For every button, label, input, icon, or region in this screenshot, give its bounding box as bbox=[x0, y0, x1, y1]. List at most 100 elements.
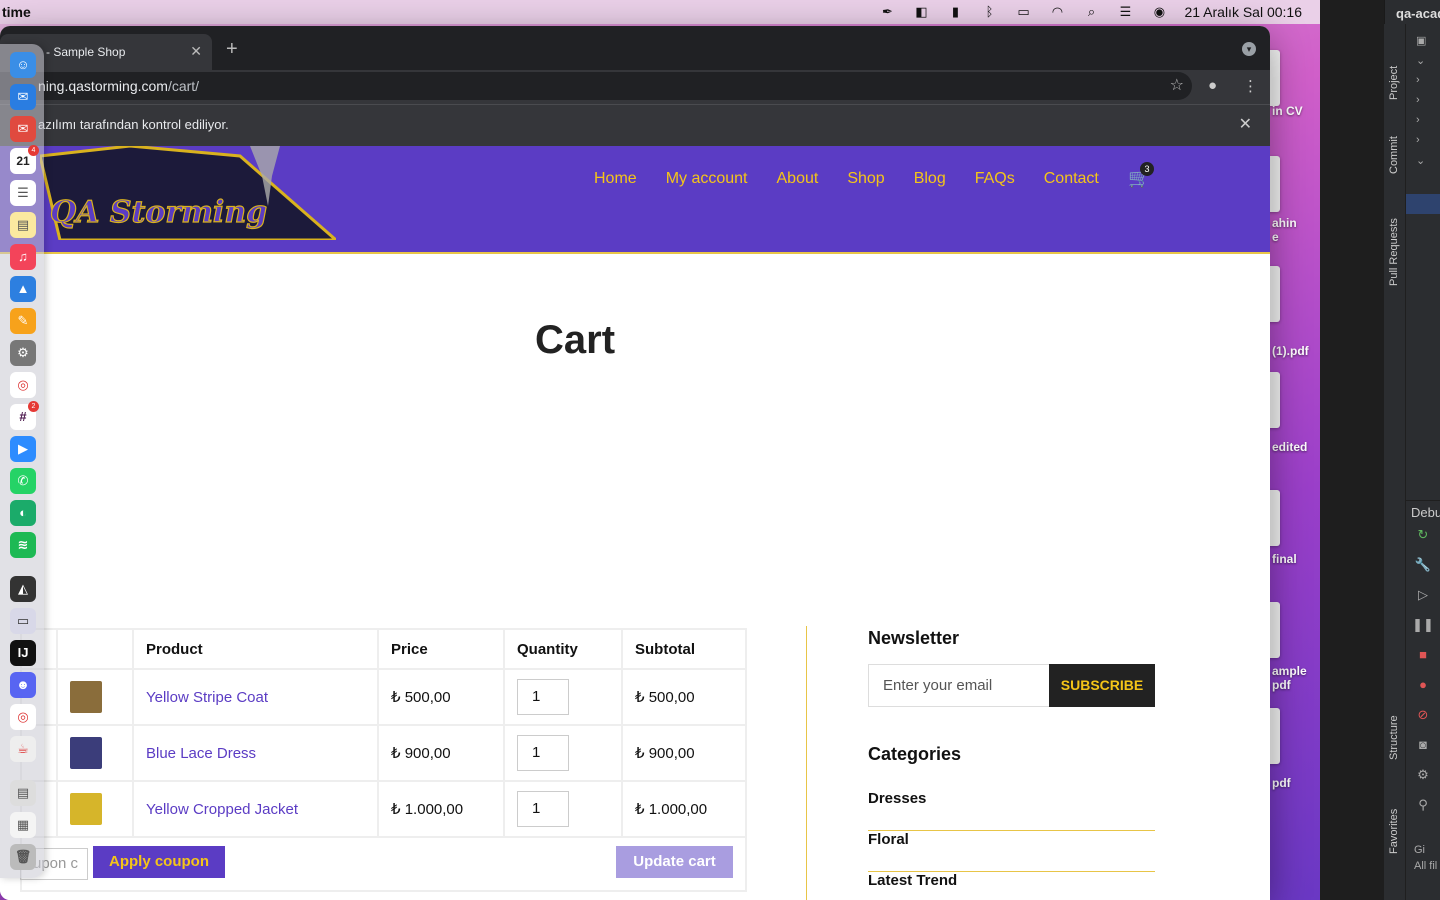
all-files-label[interactable]: All fil bbox=[1406, 856, 1440, 872]
tree-row[interactable] bbox=[1406, 174, 1440, 194]
new-tab-icon[interactable]: + bbox=[226, 38, 238, 61]
rerun-icon[interactable]: ↻ bbox=[1406, 520, 1440, 550]
site-logo[interactable]: QA Storming bbox=[40, 146, 336, 240]
quill-icon[interactable]: ✒ bbox=[878, 5, 896, 19]
trash-icon[interactable]: 🗑 bbox=[10, 844, 36, 870]
nav-about[interactable]: About bbox=[777, 170, 819, 188]
desktop-file-label[interactable]: edited bbox=[1272, 440, 1320, 454]
system-preferences-icon[interactable]: ⚙ bbox=[10, 340, 36, 366]
desktop-file-label[interactable]: (1).pdf bbox=[1272, 344, 1320, 358]
wrench-icon[interactable]: 🔧 bbox=[1406, 550, 1440, 580]
pause-icon[interactable]: ❚❚ bbox=[1406, 610, 1440, 640]
category-link-floral[interactable]: Floral bbox=[868, 831, 1155, 872]
bookmark-star-icon[interactable]: ☆ bbox=[1170, 72, 1184, 100]
intellij-icon[interactable]: IJ bbox=[10, 640, 36, 666]
nav-faqs[interactable]: FAQs bbox=[975, 170, 1015, 188]
siri-icon[interactable]: ◉ bbox=[1150, 5, 1168, 19]
music-icon[interactable]: ♫ bbox=[10, 244, 36, 270]
quantity-input[interactable]: 1 bbox=[517, 735, 569, 771]
mail-icon[interactable]: ✉ bbox=[10, 84, 36, 110]
ide-tab-pull-requests[interactable]: Pull Requests bbox=[1388, 218, 1400, 286]
camera-icon[interactable]: ◙ bbox=[1406, 730, 1440, 760]
pin-icon[interactable]: ⚲ bbox=[1406, 790, 1440, 820]
tab-search-icon[interactable]: ▾ bbox=[1242, 42, 1256, 56]
ide-tab-commit[interactable]: Commit bbox=[1388, 136, 1400, 174]
nav-blog[interactable]: Blog bbox=[914, 170, 946, 188]
kebab-menu-icon[interactable]: ⋮ bbox=[1243, 77, 1258, 95]
tree-row[interactable]: › bbox=[1406, 114, 1440, 134]
chrome-icon[interactable]: ◎ bbox=[10, 372, 36, 398]
category-link-latest-trend[interactable]: Latest Trend bbox=[868, 872, 1155, 900]
chat-app-icon[interactable]: ◐ bbox=[10, 500, 36, 526]
browser-window: - Sample Shop ✕ + ▾ ning.qastorming.com/… bbox=[0, 26, 1270, 900]
wifi-icon[interactable]: ◠ bbox=[1048, 5, 1066, 19]
ide-tab-favorites[interactable]: Favorites bbox=[1388, 809, 1400, 854]
quantity-input[interactable]: 1 bbox=[517, 679, 569, 715]
pdf-icon[interactable]: ▮ bbox=[946, 5, 964, 19]
git-label[interactable]: Gi bbox=[1406, 820, 1440, 856]
bluetooth-icon[interactable]: ᛒ bbox=[980, 5, 998, 19]
tree-row[interactable]: › bbox=[1406, 94, 1440, 114]
zoom-icon[interactable]: ▶ bbox=[10, 436, 36, 462]
product-thumbnail[interactable] bbox=[70, 737, 102, 769]
close-tab-icon[interactable]: ✕ bbox=[190, 43, 202, 60]
desktop-file-label[interactable]: in CV bbox=[1272, 104, 1320, 118]
mute-breakpoints-icon[interactable]: ⊘ bbox=[1406, 700, 1440, 730]
active-app-name[interactable]: time bbox=[0, 4, 31, 20]
spotify-icon[interactable]: ≋ bbox=[10, 532, 36, 558]
address-bar[interactable]: ning.qastorming.com/cart/ ☆ bbox=[0, 72, 1192, 100]
settings-icon[interactable]: ⚙ bbox=[1406, 760, 1440, 790]
nav-shop[interactable]: Shop bbox=[847, 170, 884, 188]
spotlight-search-icon[interactable]: ⌕ bbox=[1082, 5, 1100, 19]
keynote-icon[interactable]: ▲ bbox=[10, 276, 36, 302]
battery-icon[interactable]: ▭ bbox=[1014, 5, 1032, 19]
airmail-icon[interactable]: ✉ bbox=[10, 116, 36, 142]
chrome-canary-icon[interactable]: ◎ bbox=[10, 704, 36, 730]
desktop-file-label[interactable]: ample pdf bbox=[1272, 664, 1320, 692]
product-link[interactable]: Blue Lace Dress bbox=[146, 745, 256, 762]
resume-icon[interactable]: ▷ bbox=[1406, 580, 1440, 610]
subscribe-button[interactable]: SUBSCRIBE bbox=[1049, 664, 1155, 707]
notes-icon[interactable]: ▤ bbox=[10, 212, 36, 238]
quantity-input[interactable]: 1 bbox=[517, 791, 569, 827]
tree-row[interactable]: › bbox=[1406, 134, 1440, 154]
tree-row-selected[interactable] bbox=[1406, 194, 1440, 214]
alfred-icon[interactable]: ◭ bbox=[10, 576, 36, 602]
stop-icon[interactable]: ■ bbox=[1406, 640, 1440, 670]
menubar-clock[interactable]: 21 Aralık Sal 00:16 bbox=[1184, 4, 1302, 20]
discord-icon[interactable]: ☻ bbox=[10, 672, 36, 698]
tree-row[interactable]: ⌄ bbox=[1406, 154, 1440, 174]
pages-icon[interactable]: ✎ bbox=[10, 308, 36, 334]
ide-tab-project[interactable]: Project bbox=[1388, 66, 1400, 100]
document-icon[interactable]: ▤ bbox=[10, 780, 36, 806]
java-icon[interactable]: ☕ bbox=[10, 736, 36, 762]
update-cart-button[interactable]: Update cart bbox=[616, 846, 733, 878]
product-thumbnail[interactable] bbox=[70, 793, 102, 825]
bartender-icon[interactable]: ◧ bbox=[912, 5, 930, 19]
desktop-file-label[interactable]: final bbox=[1272, 552, 1320, 566]
desktop-file-label[interactable]: ahin e bbox=[1272, 216, 1320, 244]
reminders-icon[interactable]: ☰ bbox=[10, 180, 36, 206]
apply-coupon-button[interactable]: Apply coupon bbox=[93, 846, 225, 878]
tree-row[interactable]: ▣ bbox=[1406, 34, 1440, 54]
desktop-file-label[interactable]: pdf bbox=[1272, 776, 1320, 790]
control-center-icon[interactable]: ☰ bbox=[1116, 5, 1134, 19]
product-link[interactable]: Yellow Stripe Coat bbox=[146, 689, 268, 706]
close-infobar-icon[interactable]: ✕ bbox=[1239, 105, 1252, 145]
tree-row[interactable]: ⌄ bbox=[1406, 54, 1440, 74]
profile-icon[interactable]: ● bbox=[1208, 77, 1217, 94]
screen-capture-icon[interactable]: ▭ bbox=[10, 608, 36, 634]
product-link[interactable]: Yellow Cropped Jacket bbox=[146, 801, 298, 818]
ide-tab-structure[interactable]: Structure bbox=[1388, 715, 1400, 760]
nav-home[interactable]: Home bbox=[594, 170, 637, 188]
breakpoints-icon[interactable]: ● bbox=[1406, 670, 1440, 700]
nav-my-account[interactable]: My account bbox=[666, 170, 748, 188]
product-thumbnail[interactable] bbox=[70, 681, 102, 713]
finder-icon[interactable]: ☺ bbox=[10, 52, 36, 78]
tree-row[interactable]: › bbox=[1406, 74, 1440, 94]
nav-contact[interactable]: Contact bbox=[1044, 170, 1099, 188]
category-link-dresses[interactable]: Dresses bbox=[868, 790, 1155, 831]
whatsapp-icon[interactable]: ✆ bbox=[10, 468, 36, 494]
newsletter-email-input[interactable]: Enter your email bbox=[868, 664, 1050, 707]
downloads-icon[interactable]: ▦ bbox=[10, 812, 36, 838]
